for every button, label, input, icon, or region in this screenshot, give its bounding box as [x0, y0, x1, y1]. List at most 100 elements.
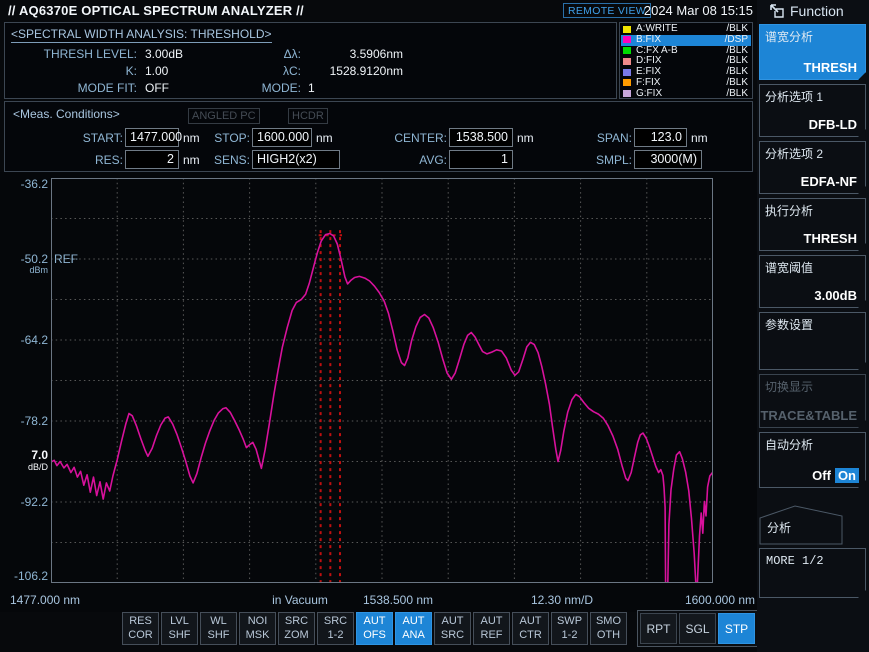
trace-row-g[interactable]: G:FIX/BLK — [621, 89, 751, 100]
main-area: // AQ6370E OPTICAL SPECTRUM ANALYZER // … — [0, 0, 757, 652]
toolbar-src-zom[interactable]: SRCZOM — [278, 612, 315, 645]
toolbar-label-bottom: REF — [481, 629, 503, 642]
meas-field-center: CENTER:1538.500nm — [365, 128, 534, 147]
trace-id: G:FIX — [636, 89, 662, 100]
softkey-parameter-setting[interactable]: 参数设置 — [759, 312, 866, 370]
toolbar-aut-ctr[interactable]: AUTCTR — [512, 612, 549, 645]
softkey-analysis-option-1[interactable]: 分析选项 1DFB-LD — [759, 84, 866, 137]
analysis-label: Δλ: — [243, 47, 301, 61]
field-value-box[interactable]: 2 — [125, 150, 179, 169]
field-value-box[interactable]: 1600.000 — [252, 128, 312, 147]
sweep-rpt-button[interactable]: RPT — [640, 613, 677, 644]
y-axis-tick: -50.2 — [2, 252, 48, 266]
field-unit: nm — [316, 131, 333, 145]
x-axis-start-label: 1477.000 nm — [10, 593, 80, 607]
toolbar-aut-ana[interactable]: AUTANA — [395, 612, 432, 645]
softkey-label: 谱宽阈值 — [765, 259, 813, 276]
analysis-label: THRESH LEVEL: — [13, 47, 137, 61]
softkey-value: THRESH — [804, 60, 857, 75]
toolbar-noi-msk[interactable]: NOIMSK — [239, 612, 276, 645]
analysis-label: MODE FIT: — [13, 81, 137, 95]
remote-view-badge: REMOTE VIEW — [563, 3, 651, 18]
field-label: SPAN: — [560, 131, 632, 145]
field-label: AVG: — [365, 153, 447, 167]
softkey-value: EDFA-NF — [801, 174, 857, 189]
field-value-box[interactable]: 1477.000 — [125, 128, 179, 147]
toolbar-label-bottom: OFS — [363, 629, 386, 642]
toolbar-label-top: AUT — [364, 615, 386, 628]
toolbar-res-cor[interactable]: RESCOR — [122, 612, 159, 645]
toolbar-label-bottom: SRC — [441, 629, 464, 642]
analysis-tab[interactable]: 分析 — [759, 505, 843, 550]
auto-analysis-toggle[interactable]: Off On — [812, 468, 859, 483]
analysis-value: 1.00 — [145, 64, 168, 78]
title-bar: // AQ6370E OPTICAL SPECTRUM ANALYZER // … — [0, 0, 757, 22]
trace-color-swatch — [623, 79, 631, 86]
toolbar-label-top: RES — [129, 615, 152, 628]
trace-legend: A:WRITE/BLKB:FIX/DSPC:FX A-B/BLKD:FIX/BL… — [619, 22, 753, 99]
toolbar-aut-src[interactable]: AUTSRC — [434, 612, 471, 645]
toolbar-label-top: SRC — [324, 615, 347, 628]
sweep-control-group: RPTSGLSTP — [637, 610, 758, 647]
softkey-sidebar: Function 谱宽分析THRESH分析选项 1DFB-LD 分析选项 2 EDF… — [757, 0, 869, 652]
softkey-execute-analysis[interactable]: 执行分析 THRESH — [759, 198, 866, 251]
meas-field-avg: AVG:1 — [365, 150, 513, 169]
softkey-auto-analysis[interactable]: 自动分析 Off On — [759, 432, 866, 488]
softkey-switch-display[interactable]: 切换显示TRACE&TABLE — [759, 374, 866, 428]
angled-pc-badge: ANGLED PC — [188, 108, 260, 124]
softkey-label: 执行分析 — [765, 202, 813, 219]
trace-status: /DSP — [725, 35, 748, 46]
field-value-box[interactable]: 1538.500 — [449, 128, 513, 147]
toolbar-wl-shf[interactable]: WLSHF — [200, 612, 237, 645]
toolbar-label-top: LVL — [170, 615, 189, 628]
sweep-sgl-button[interactable]: SGL — [679, 613, 716, 644]
meas-conditions-panel: <Meas. Conditions> ANGLED PC HCDR START:… — [4, 101, 753, 172]
bottom-toolbar: RESCORLVLSHFWLSHFNOIMSKSRCZOMSRC1-2AUTOF… — [0, 612, 757, 648]
y-axis-tick: -64.2 — [2, 333, 48, 347]
toggle-off-option[interactable]: Off — [812, 468, 831, 483]
trace-id: B:FIX — [636, 35, 661, 46]
function-collapse-icon — [769, 3, 785, 19]
toolbar-aut-ref[interactable]: AUTREF — [473, 612, 510, 645]
trace-row-b[interactable]: B:FIX/DSP — [621, 35, 751, 46]
toggle-on-option[interactable]: On — [835, 468, 859, 483]
meas-field-stop: STOP:1600.000nm — [200, 128, 333, 147]
toolbar-aut-ofs[interactable]: AUTOFS — [356, 612, 393, 645]
toolbar-swp-1-2[interactable]: SWP1-2 — [551, 612, 588, 645]
toolbar-label-top: AUT — [403, 615, 425, 628]
function-header[interactable]: Function — [769, 2, 844, 20]
spectrum-chart-area: -36.2-50.2REFdBm-64.2-78.2-92.2-106.2 7.… — [0, 172, 757, 612]
field-label: SMPL: — [560, 153, 632, 167]
y-axis-tick: -78.2 — [2, 414, 48, 428]
field-value-box[interactable]: 123.0 — [634, 128, 687, 147]
softkey-analysis-option-2[interactable]: 分析选项 2 EDFA-NF — [759, 141, 866, 194]
field-value-box[interactable]: 1 — [449, 150, 513, 169]
analysis-value: 3.5906nm — [305, 47, 403, 61]
field-value-box[interactable]: 3000(M) — [634, 150, 702, 169]
softkey-width-analysis[interactable]: 谱宽分析THRESH — [759, 24, 866, 80]
more-pages-button[interactable]: MORE 1/2 — [759, 548, 866, 598]
toolbar-label-bottom: SHF — [208, 629, 230, 642]
softkey-label: 自动分析 — [765, 436, 813, 453]
toolbar-smo-oth[interactable]: SMOOTH — [590, 612, 627, 645]
page-title: // AQ6370E OPTICAL SPECTRUM ANALYZER // — [8, 3, 304, 18]
field-label: START: — [45, 131, 123, 145]
analysis-label: λC: — [243, 64, 301, 78]
softkey-label: 分析选项 2 — [765, 145, 823, 162]
softkey-label: 分析选项 1 — [765, 88, 823, 105]
toolbar-label-top: AUT — [520, 615, 542, 628]
toolbar-src-1-2[interactable]: SRC1-2 — [317, 612, 354, 645]
field-value-box[interactable]: HIGH2(x2) — [252, 150, 340, 169]
softkey-value: THRESH — [804, 231, 857, 246]
toolbar-label-bottom: 1-2 — [562, 629, 578, 642]
y-axis-unit: dBm — [2, 265, 48, 275]
analysis-value: 1528.9120nm — [305, 64, 403, 78]
softkey-width-threshold[interactable]: 谱宽阈值3.00dB — [759, 255, 866, 308]
toolbar-lvl-shf[interactable]: LVLSHF — [161, 612, 198, 645]
meas-field-smpl: SMPL:3000(M) — [560, 150, 702, 169]
meas-field-span: SPAN:123.0nm — [560, 128, 708, 147]
x-axis-perdiv-label: 12.30 nm/D — [531, 593, 593, 607]
sweep-stp-button[interactable]: STP — [718, 613, 755, 644]
softkey-value: 3.00dB — [814, 288, 857, 303]
field-unit: nm — [517, 131, 534, 145]
